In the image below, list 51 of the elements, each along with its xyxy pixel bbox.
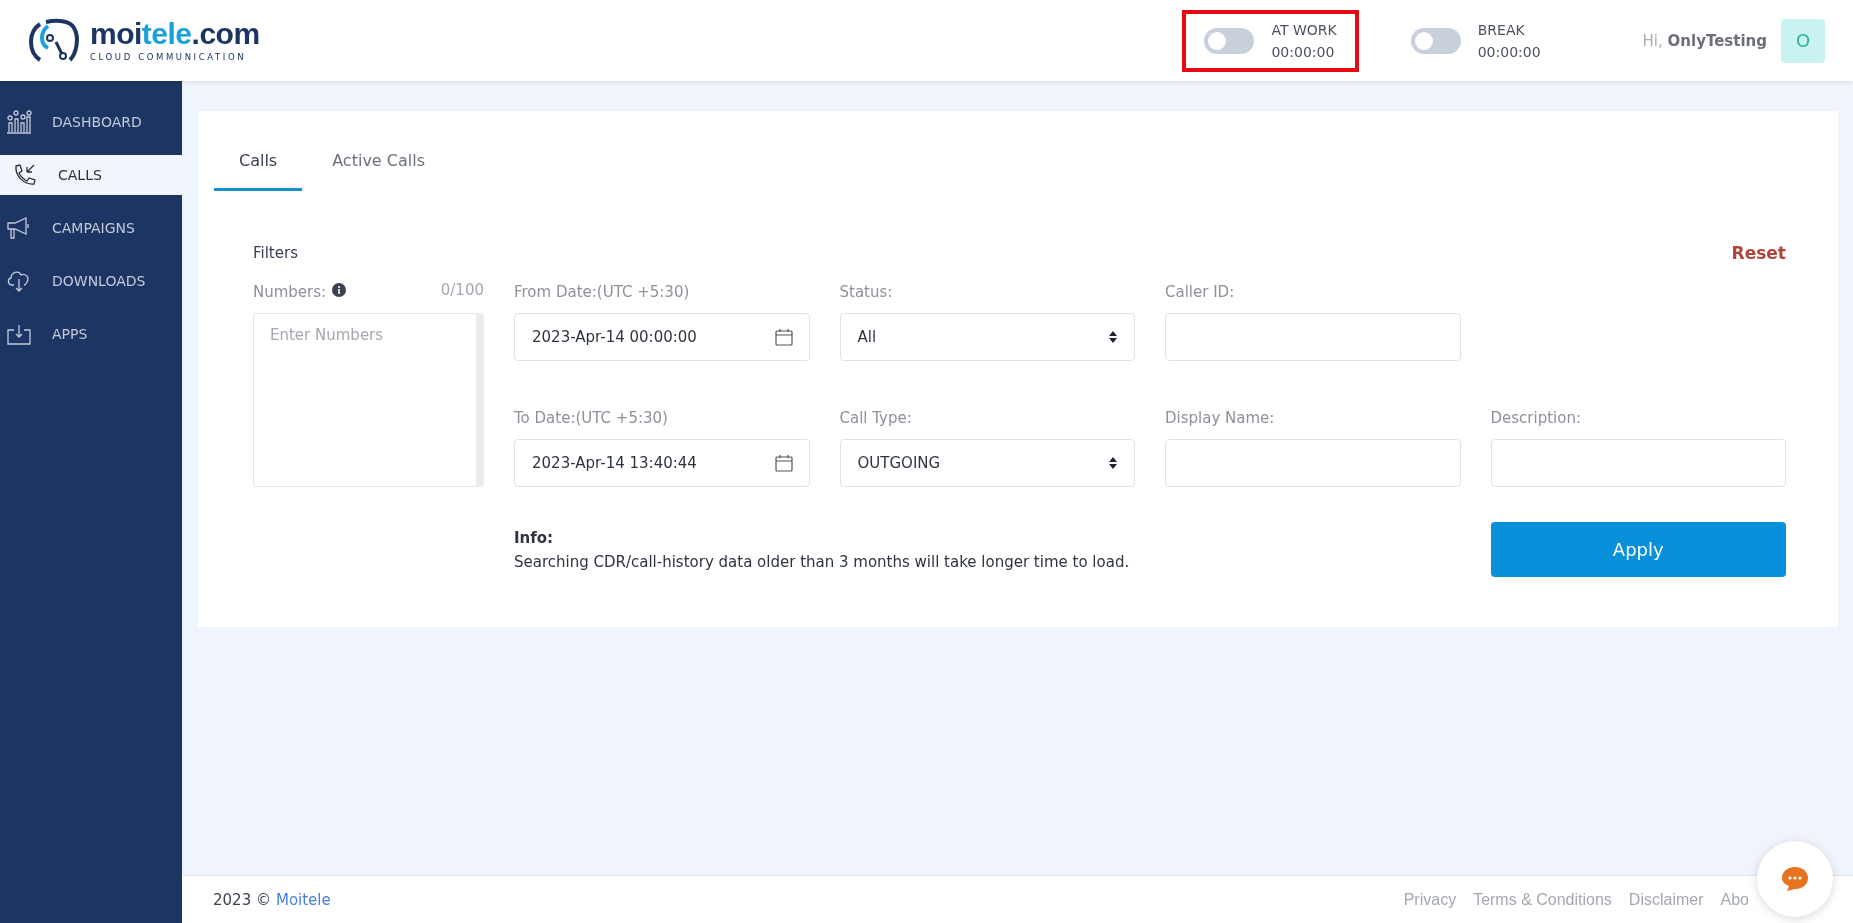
calendar-icon [774,454,793,472]
numbers-label: Numbers: [253,282,327,303]
date-field[interactable]: 2023-Apr-14 13:40:44 [514,439,810,487]
phone-icon [12,163,38,187]
field-label: Description: [1490,408,1582,429]
field-label: To Date:(UTC +5:30) [514,408,669,429]
status-dropdown[interactable]: All [839,313,1135,361]
sort-caret-icon [1108,330,1118,344]
brand-name: moitele.com [90,19,260,49]
date-field[interactable]: 2023-Apr-14 00:00:00 [514,313,810,361]
field-label: From Date:(UTC +5:30) [514,282,691,303]
field-label: Status: [839,282,894,303]
tray-download-icon [6,322,32,346]
field-label: Caller ID: [1165,282,1236,303]
field-label: Call Type: [839,408,913,429]
call-type-dropdown[interactable]: OUTGOING [839,439,1135,487]
user-greeting: Hi, OnlyTesting [1642,31,1767,50]
info-text: Searching CDR/call-history data older than 3 months will take longer time to load. [514,553,1131,571]
caller-id-field[interactable] [1165,313,1461,361]
character-count: 0/100 [440,281,484,299]
toggle-label: BREAK [1477,21,1526,38]
copyright-text: 2023 © [213,890,271,909]
cloud-download-icon [6,269,32,293]
sidebar-item[interactable]: CAMPAIGNS [0,208,182,248]
calendar-icon [774,328,793,346]
display-name-field[interactable] [1165,439,1461,487]
toggle-timer: 00:00:00 [1477,43,1541,60]
toggle-switch[interactable] [1410,27,1461,54]
megaphone-icon [6,216,32,240]
toggle-switch[interactable] [1204,27,1255,54]
sort-caret-icon [1108,456,1118,470]
description-field[interactable] [1490,439,1786,487]
info-heading: Info: [514,529,555,547]
tab[interactable]: Calls [214,141,303,191]
toggle-timer: 00:00:00 [1271,43,1336,60]
sidebar-item[interactable]: DOWNLOADS [0,261,182,301]
sidebar-item[interactable]: CALLS [0,155,182,195]
sidebar-item[interactable]: APPS [0,314,182,354]
chat-button[interactable] [1757,841,1833,917]
chat-bubble-icon [1781,866,1809,892]
sidebar-item[interactable]: DASHBOARD [0,102,182,142]
info-icon [332,283,347,297]
filters-heading: Filters [253,244,298,262]
toggle-label: AT WORK [1271,21,1337,38]
numbers-field[interactable]: Enter Numbers [253,313,484,487]
tab[interactable]: Active Calls [307,141,450,191]
company-link[interactable]: Moitele [275,890,331,909]
field-label: Display Name: [1165,408,1276,429]
brand-tagline: CLOUD COMMUNICATION [90,52,248,62]
bar-chart-icon [6,110,32,134]
reset-link[interactable]: Reset [1731,243,1786,263]
